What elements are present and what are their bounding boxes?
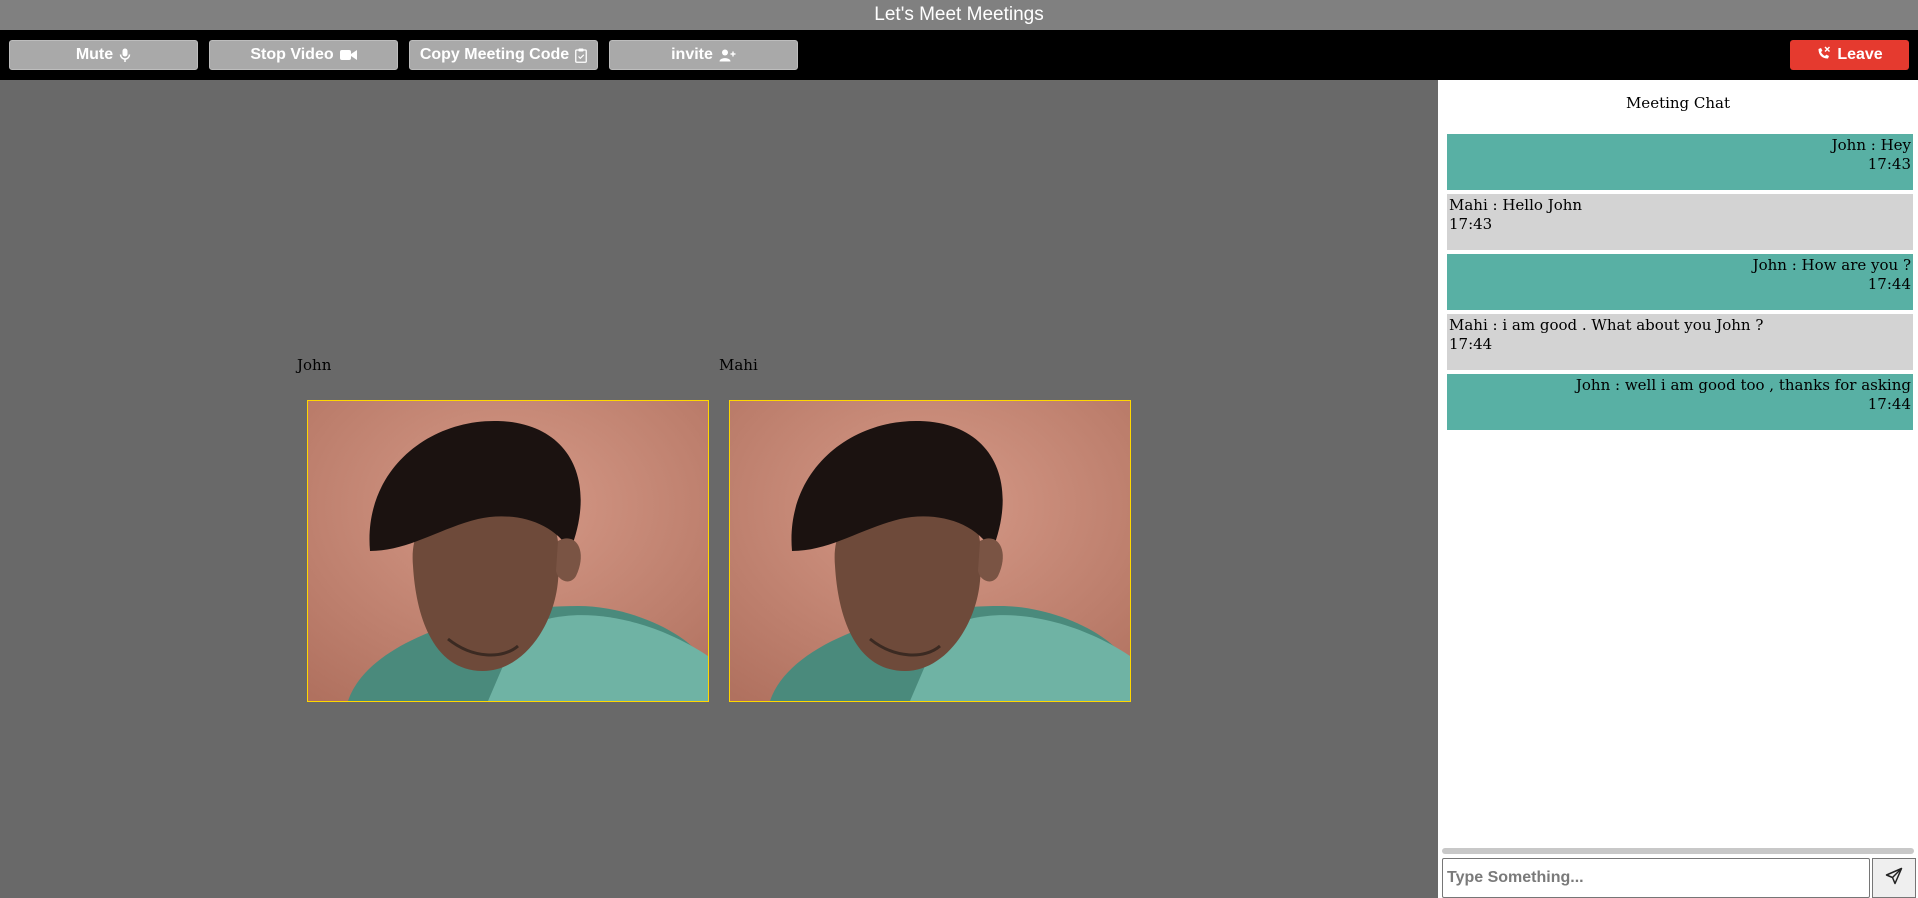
copy-meeting-code-label: Copy Meeting Code bbox=[419, 46, 570, 63]
chat-scrollbar[interactable] bbox=[1442, 848, 1914, 854]
chat-message: John : How are you ? 17:44 bbox=[1447, 254, 1913, 310]
chat-message: John : Hey 17:43 bbox=[1447, 134, 1913, 190]
mute-button-label: Mute bbox=[75, 46, 114, 63]
chat-message-text: Mahi : i am good . What about you John ? bbox=[1449, 316, 1764, 334]
participant-name-john: John bbox=[297, 356, 332, 374]
invite-button-label: invite bbox=[671, 46, 713, 63]
invite-button[interactable]: invite bbox=[609, 40, 798, 70]
mute-button[interactable]: Mute bbox=[9, 40, 198, 70]
chat-message-text: John : How are you ? bbox=[1752, 256, 1911, 274]
chat-message-text: John : Hey bbox=[1831, 136, 1911, 154]
video-grid: John Mahi bbox=[0, 80, 1438, 898]
phone-hangup-icon bbox=[1816, 46, 1831, 65]
toolbar: Mute Stop Video Copy Meeting Code invite… bbox=[0, 30, 1918, 80]
leave-button[interactable]: Leave bbox=[1790, 40, 1909, 70]
send-button[interactable] bbox=[1872, 858, 1916, 898]
video-camera-icon bbox=[339, 49, 357, 61]
chat-message-time: 17:44 bbox=[1449, 335, 1493, 353]
chat-message-text: John : well i am good too , thanks for a… bbox=[1575, 376, 1911, 394]
chat-message-input[interactable] bbox=[1442, 858, 1870, 898]
participant-video-mahi bbox=[729, 400, 1131, 702]
leave-button-label: Leave bbox=[1837, 46, 1883, 63]
chat-message-time: 17:43 bbox=[1449, 215, 1493, 233]
copy-meeting-code-button[interactable]: Copy Meeting Code bbox=[409, 40, 598, 70]
chat-message: John : well i am good too , thanks for a… bbox=[1447, 374, 1913, 430]
add-user-icon bbox=[719, 49, 736, 62]
microphone-icon bbox=[119, 48, 131, 63]
chat-message-time: 17:43 bbox=[1867, 155, 1911, 173]
chat-title: Meeting Chat bbox=[1625, 94, 1731, 112]
stop-video-button[interactable]: Stop Video bbox=[209, 40, 398, 70]
app-title: Let's Meet Meetings bbox=[0, 0, 1918, 30]
chat-message-time: 17:44 bbox=[1867, 395, 1911, 413]
clipboard-icon bbox=[575, 48, 588, 63]
participant-name-mahi: Mahi bbox=[719, 356, 758, 374]
chat-message-text: Mahi : Hello John bbox=[1449, 196, 1583, 214]
chat-message: Mahi : i am good . What about you John ?… bbox=[1447, 314, 1913, 370]
stop-video-button-label: Stop Video bbox=[250, 46, 334, 63]
send-icon bbox=[1885, 867, 1903, 889]
participant-video-john bbox=[307, 400, 709, 702]
chat-panel: Meeting Chat John : Hey 17:43 Mahi : Hel… bbox=[1438, 80, 1918, 898]
chat-message-time: 17:44 bbox=[1867, 275, 1911, 293]
chat-message: Mahi : Hello John 17:43 bbox=[1447, 194, 1913, 250]
